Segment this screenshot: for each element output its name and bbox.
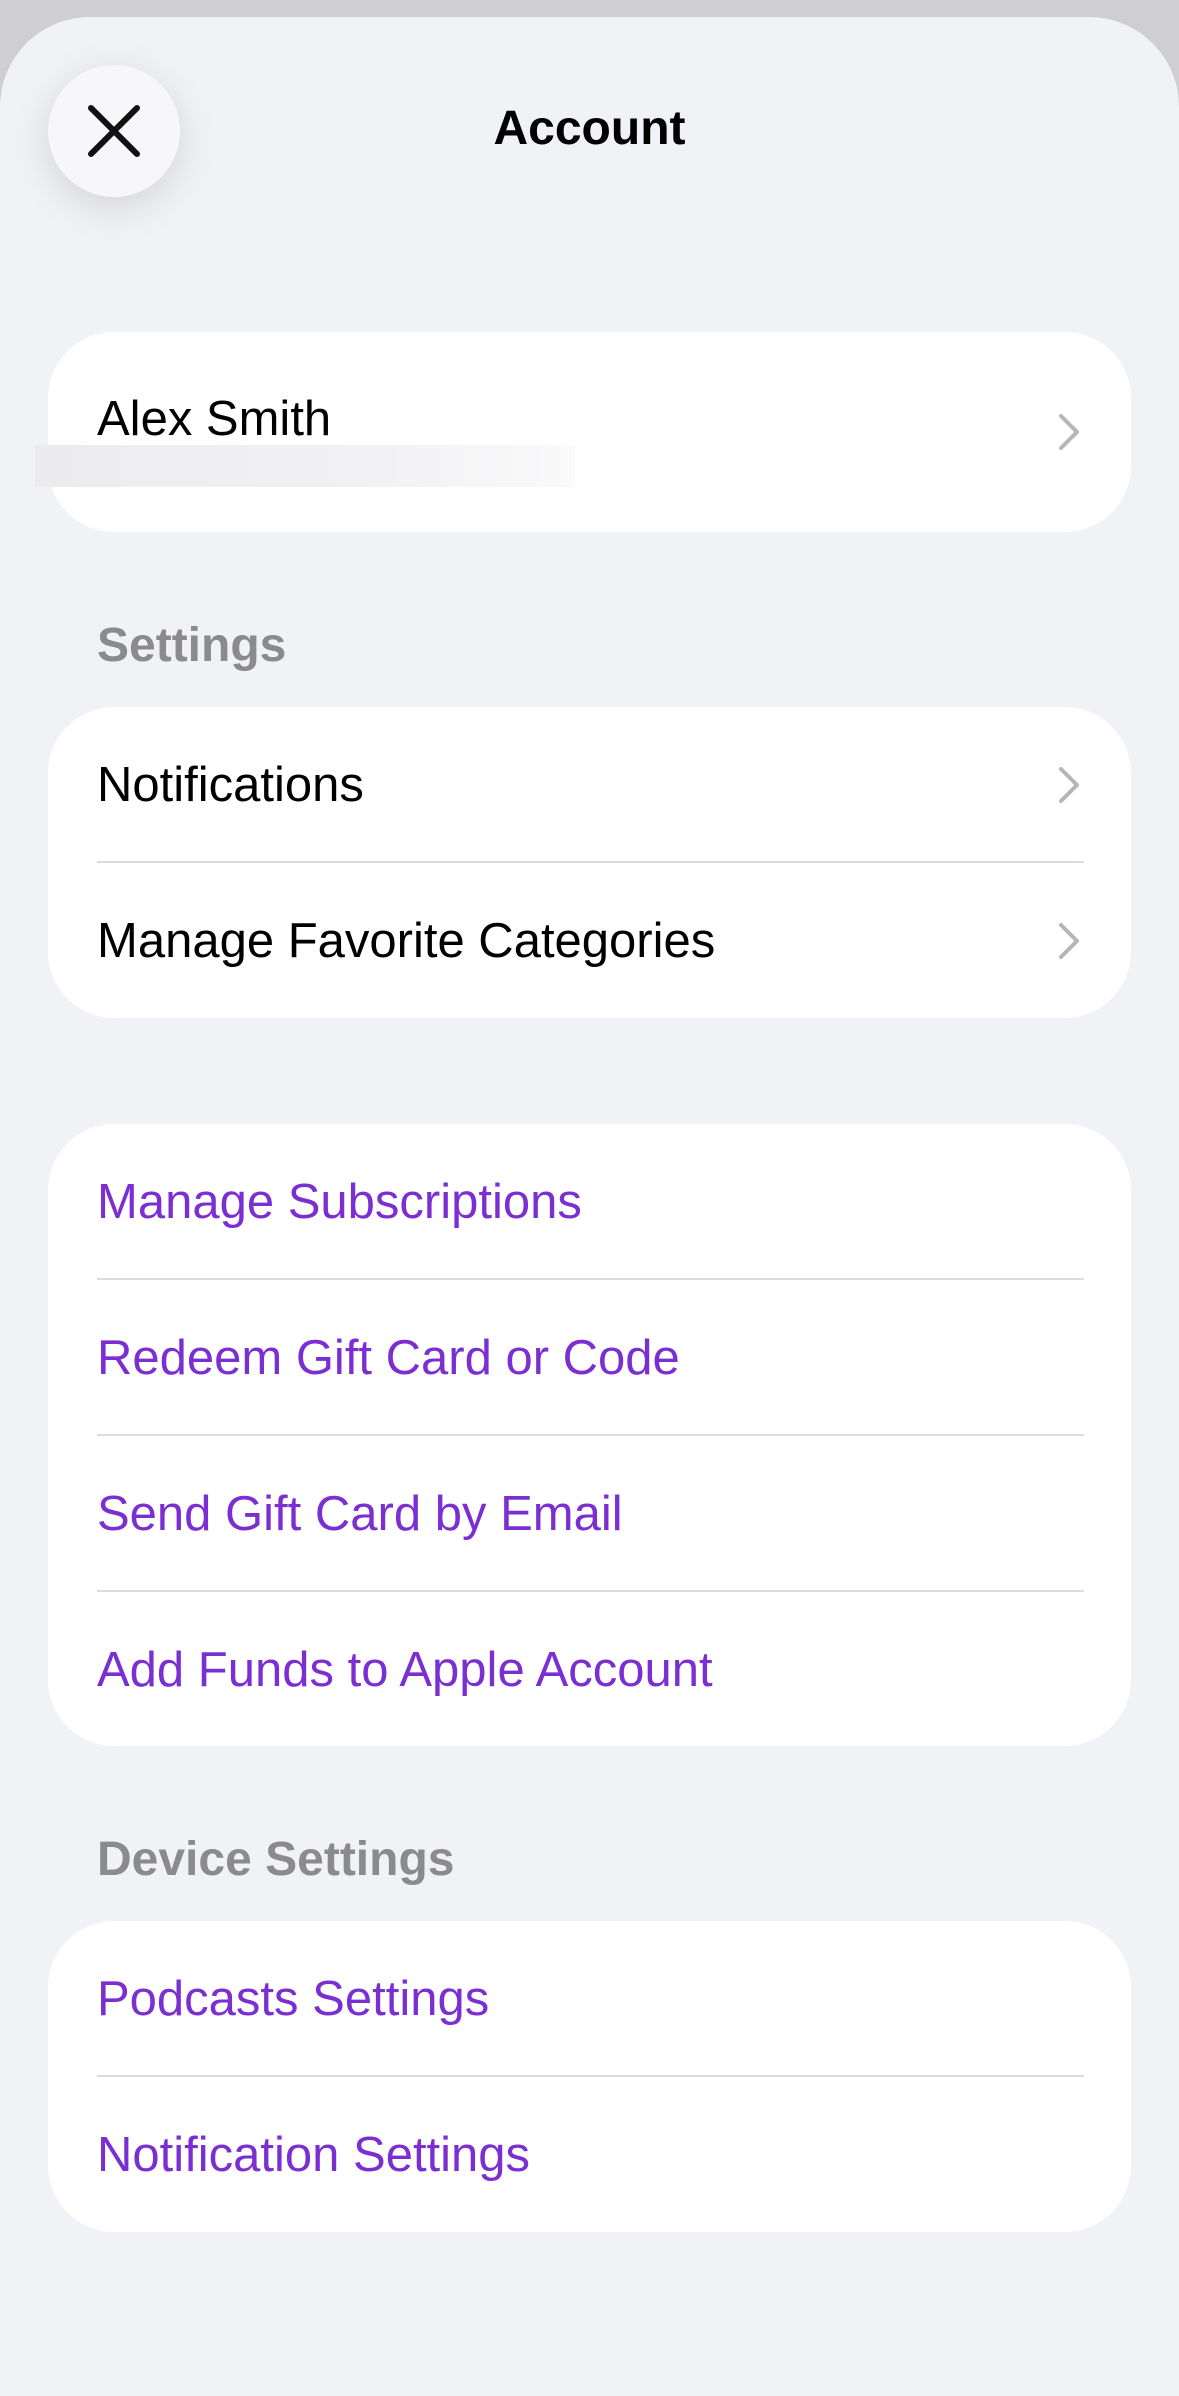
manage-subscriptions-button[interactable]: Manage Subscriptions [48, 1124, 1131, 1280]
notification-settings-button[interactable]: Notification Settings [48, 2077, 1131, 2232]
add-funds-button[interactable]: Add Funds to Apple Account [48, 1592, 1131, 1746]
settings-item-notifications[interactable]: Notifications [48, 707, 1131, 863]
profile-email-redacted [35, 445, 575, 487]
send-gift-card-button[interactable]: Send Gift Card by Email [48, 1436, 1131, 1592]
section-header-device-settings: Device Settings [97, 1833, 455, 1886]
device-settings-label: Notification Settings [97, 2128, 531, 2182]
podcasts-settings-button[interactable]: Podcasts Settings [48, 1921, 1131, 2077]
profile-name: Alex Smith [97, 392, 332, 446]
profile-card[interactable]: Alex Smith [48, 332, 1131, 532]
account-actions-card: Manage Subscriptions Redeem Gift Card or… [48, 1124, 1131, 1746]
action-label: Manage Subscriptions [97, 1175, 582, 1229]
chevron-right-icon [1059, 767, 1079, 803]
action-label: Redeem Gift Card or Code [97, 1331, 680, 1385]
device-settings-label: Podcasts Settings [97, 1972, 490, 2026]
redeem-gift-card-button[interactable]: Redeem Gift Card or Code [48, 1280, 1131, 1436]
settings-item-label: Notifications [97, 758, 364, 812]
settings-card: Notifications Manage Favorite Categories [48, 707, 1131, 1018]
settings-item-label: Manage Favorite Categories [97, 914, 716, 968]
chevron-right-icon [1059, 414, 1079, 450]
device-settings-card: Podcasts Settings Notification Settings [48, 1921, 1131, 2232]
page-title: Account [493, 102, 686, 155]
settings-item-manage-favorite-categories[interactable]: Manage Favorite Categories [48, 863, 1131, 1018]
account-sheet: Account Alex Smith Settings Notification… [0, 17, 1179, 2396]
section-header-settings: Settings [97, 619, 287, 672]
action-label: Add Funds to Apple Account [97, 1643, 713, 1697]
action-label: Send Gift Card by Email [97, 1487, 623, 1541]
chevron-right-icon [1059, 923, 1079, 959]
